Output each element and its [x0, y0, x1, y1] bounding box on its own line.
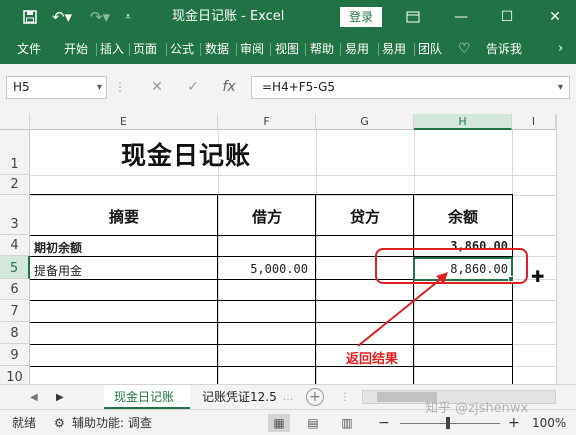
- insert-function-icon[interactable]: fx: [218, 76, 240, 99]
- row-header-8[interactable]: 8: [0, 322, 30, 344]
- login-button[interactable]: 登录: [340, 7, 382, 27]
- sheet-tab-cash-journal[interactable]: 现金日记账: [104, 385, 190, 409]
- page-layout-icon[interactable]: ▤: [302, 414, 324, 432]
- worksheet-grid[interactable]: E F G H I 1 2 3 4 5 6 7 8 9 10 现金日记账 摘要 …: [0, 114, 576, 384]
- more-icon: ⋮: [114, 80, 126, 94]
- header-debit: 借方: [251, 208, 282, 226]
- tab-team[interactable]: 团队: [418, 34, 442, 64]
- row-header-10[interactable]: 10: [0, 366, 30, 384]
- select-all-corner[interactable]: [0, 114, 30, 130]
- row-header-4[interactable]: 4: [0, 235, 30, 256]
- tab-easyuse-1[interactable]: 易用: [345, 34, 375, 64]
- redo-icon[interactable]: ↷▾: [86, 0, 114, 34]
- add-sheet-icon[interactable]: +: [306, 388, 324, 406]
- window-title: 现金日记账 - Excel: [172, 9, 285, 24]
- name-box[interactable]: H5 ▾: [6, 76, 107, 99]
- expand-formula-icon[interactable]: ▾: [558, 77, 563, 98]
- status-accessibility[interactable]: 辅助功能: 调查: [72, 410, 152, 435]
- annotation-label: 返回结果: [346, 352, 399, 367]
- header-credit: 贷方: [349, 208, 380, 226]
- status-ready: 就绪: [12, 416, 37, 430]
- tab-review[interactable]: 审阅: [240, 34, 264, 64]
- tell-me-search[interactable]: 告诉我: [486, 34, 522, 64]
- column-header-e[interactable]: E: [30, 114, 218, 130]
- tab-help[interactable]: 帮助: [310, 34, 334, 64]
- header-balance: 余额: [447, 208, 478, 226]
- tab-home[interactable]: 开始: [64, 34, 88, 64]
- chevron-down-icon[interactable]: ▾: [97, 77, 102, 98]
- zoom-slider[interactable]: [400, 423, 500, 424]
- minimize-icon[interactable]: —: [444, 0, 478, 34]
- cell-e5[interactable]: 提备用金: [34, 262, 82, 279]
- row-header-1[interactable]: 1: [0, 130, 30, 175]
- prev-sheet-icon[interactable]: ◀: [30, 385, 38, 410]
- page-break-icon[interactable]: ▥: [336, 414, 358, 432]
- more-sheets-icon[interactable]: …: [283, 385, 293, 410]
- save-icon[interactable]: [18, 0, 42, 34]
- row-header-7[interactable]: 7: [0, 300, 30, 322]
- vertical-scrollbar[interactable]: [556, 114, 576, 384]
- normal-view-icon[interactable]: ▦: [268, 414, 290, 432]
- tab-view[interactable]: 视图: [275, 34, 299, 64]
- accessibility-icon: ⚙: [54, 416, 65, 430]
- enter-icon[interactable]: ✓: [182, 76, 204, 99]
- lightbulb-icon: ♡: [458, 41, 471, 57]
- sheet-tab-voucher[interactable]: 记账凭证12.5: [192, 385, 280, 409]
- chevron-right-icon[interactable]: ›: [558, 34, 563, 64]
- zoom-level[interactable]: 100%: [532, 410, 566, 435]
- row-header-6[interactable]: 6: [0, 279, 30, 300]
- row-header-5[interactable]: 5: [0, 256, 30, 279]
- column-header-g[interactable]: G: [316, 114, 414, 130]
- column-header-i[interactable]: I: [512, 114, 556, 130]
- zoom-thumb[interactable]: [446, 417, 450, 429]
- tab-easyuse-2[interactable]: 易用: [382, 34, 412, 64]
- cancel-icon[interactable]: ✕: [146, 76, 168, 99]
- name-box-value: H5: [13, 80, 30, 94]
- undo-icon[interactable]: ↶▾: [48, 0, 76, 34]
- tab-page-layout[interactable]: 页面: [133, 34, 163, 64]
- maximize-icon[interactable]: ☐: [490, 0, 524, 34]
- close-icon[interactable]: ✕: [538, 0, 572, 34]
- row-header-3[interactable]: 3: [0, 195, 30, 235]
- tab-insert[interactable]: 插入: [100, 34, 124, 64]
- tab-formulas[interactable]: 公式: [170, 34, 194, 64]
- formula-text: =H4+F5-G5: [262, 80, 336, 94]
- cell-cursor-icon: ✚: [531, 267, 545, 286]
- title-bar: ↶▾ ↷▾ ⩡ 现金日记账 - Excel 登录 — ☐ ✕: [0, 0, 576, 34]
- next-sheet-icon[interactable]: ▶: [56, 385, 64, 410]
- tab-data[interactable]: 数据: [205, 34, 229, 64]
- formula-input[interactable]: =H4+F5-G5 ▾: [251, 76, 570, 99]
- ribbon-display-icon[interactable]: [396, 0, 430, 34]
- zoom-out-icon[interactable]: −: [378, 410, 390, 435]
- sheet-title: 现金日记账: [121, 141, 252, 170]
- column-header-f[interactable]: F: [218, 114, 316, 130]
- cell-f5[interactable]: 5,000.00: [220, 262, 308, 276]
- header-summary: 摘要: [108, 208, 139, 226]
- more-icon: ⋮: [340, 392, 350, 403]
- cell-e4[interactable]: 期初余额: [34, 239, 82, 256]
- tab-file[interactable]: 文件: [17, 34, 41, 64]
- customize-qat-icon[interactable]: ⩡: [120, 0, 136, 34]
- arrow-annotation: [357, 272, 448, 347]
- column-header-h[interactable]: H: [414, 114, 512, 130]
- watermark: 知乎 @zjshenwx: [425, 401, 529, 416]
- ribbon-tabs: 文件 开始 插入 页面 公式 数据 审阅 视图 帮助 易用 易用 团队 ♡ 告诉…: [0, 34, 576, 64]
- row-header-9[interactable]: 9: [0, 344, 30, 366]
- row-header-2[interactable]: 2: [0, 175, 30, 195]
